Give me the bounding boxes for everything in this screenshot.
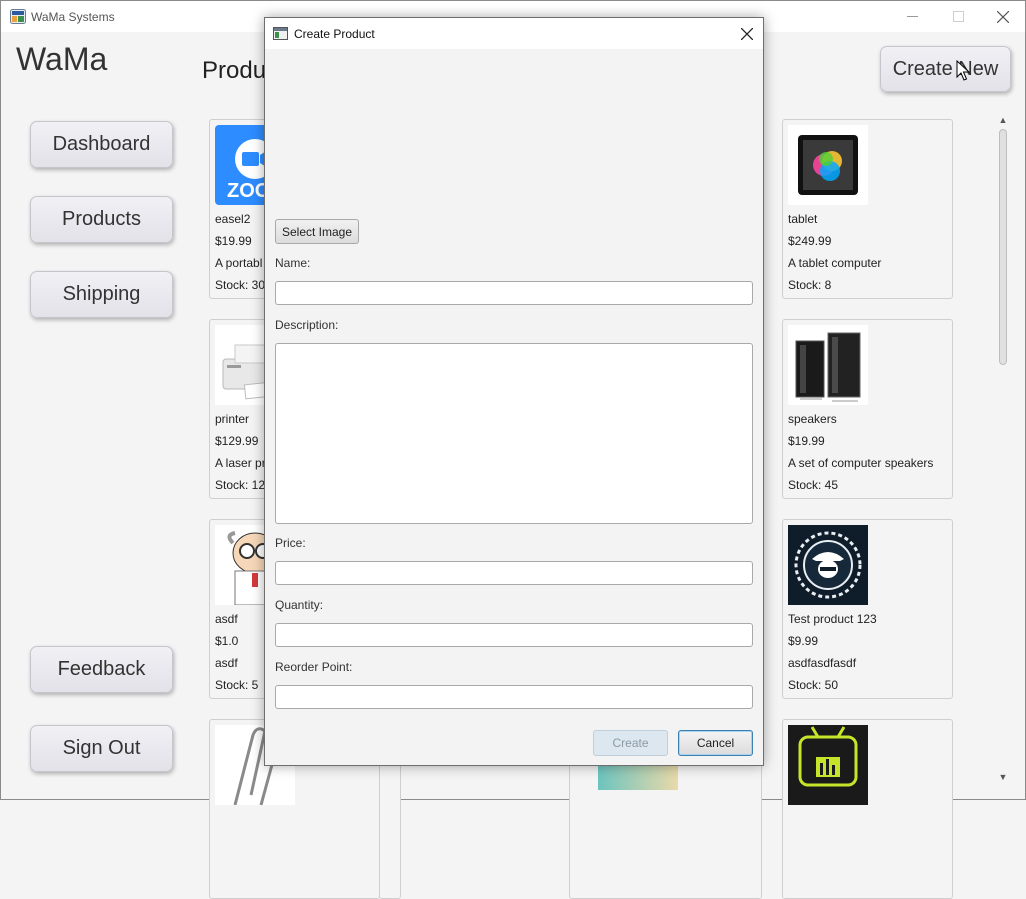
product-stock: Stock: 5 — [215, 678, 259, 692]
window-close-button[interactable] — [980, 1, 1026, 32]
cancel-button[interactable]: Cancel — [678, 730, 753, 756]
product-name: printer — [215, 412, 250, 426]
dialog-close-button[interactable] — [731, 18, 763, 49]
dialog-title-bar: Create Product — [265, 18, 763, 49]
name-field[interactable] — [275, 281, 753, 305]
minimize-icon — [906, 16, 918, 17]
vertical-scrollbar[interactable]: ▲ ▼ — [996, 115, 1010, 783]
product-description: asdf — [215, 656, 238, 670]
scrollbar-thumb[interactable] — [999, 129, 1007, 365]
sign-out-button[interactable]: Sign Out — [30, 725, 173, 772]
product-price: $9.99 — [788, 634, 819, 648]
close-icon — [741, 27, 753, 40]
product-card[interactable] — [782, 719, 953, 899]
description-field[interactable] — [275, 343, 753, 524]
page-title: Produ — [202, 57, 267, 84]
app-window: WaMa Systems WaMa Dashboard Products Shi… — [0, 0, 1026, 899]
quantity-label: Quantity: — [275, 598, 324, 612]
create-new-button[interactable]: Create New — [880, 46, 1011, 92]
product-stock: Stock: 8 — [788, 278, 832, 292]
dialog-window-icon — [273, 27, 288, 40]
app-icon — [10, 9, 26, 24]
price-label: Price: — [275, 536, 306, 550]
product-description: A portabl — [215, 256, 263, 270]
shipping-button[interactable]: Shipping — [30, 271, 173, 318]
name-label: Name: — [275, 256, 311, 270]
dialog-title: Create Product — [294, 27, 375, 41]
price-field[interactable] — [275, 561, 753, 585]
reorder-point-field[interactable] — [275, 685, 753, 709]
product-name: asdf — [215, 612, 238, 626]
mouse-cursor-icon — [956, 60, 970, 81]
feedback-button[interactable]: Feedback — [30, 646, 173, 693]
product-name: speakers — [788, 412, 837, 426]
quantity-field[interactable] — [275, 623, 753, 647]
product-description: A set of computer speakers — [788, 456, 934, 470]
product-stock: Stock: 45 — [788, 478, 839, 492]
image-preview-area — [275, 58, 753, 208]
product-card[interactable]: speakers $19.99 A set of computer speake… — [782, 319, 953, 499]
product-price: $129.99 — [215, 434, 259, 448]
product-price: $19.99 — [788, 434, 825, 448]
maximize-icon — [952, 11, 964, 22]
product-card[interactable]: tablet $249.99 A tablet computer Stock: … — [782, 119, 953, 299]
scroll-up-icon[interactable]: ▲ — [998, 115, 1008, 125]
create-button[interactable]: Create — [593, 730, 668, 756]
close-icon — [997, 10, 1009, 23]
scroll-down-icon[interactable]: ▼ — [998, 772, 1008, 782]
create-product-dialog: Create Product Select Image Name: Descri… — [264, 17, 764, 766]
brand-logo-text: WaMa — [16, 41, 108, 77]
product-stock: Stock: 30 — [215, 278, 266, 292]
robot-tv-logo-image — [788, 725, 868, 805]
select-image-button[interactable]: Select Image — [275, 219, 359, 244]
product-name: tablet — [788, 212, 818, 226]
maximize-button[interactable] — [935, 1, 981, 32]
speakers-image — [788, 325, 868, 405]
product-description: asdfasdfasdf — [788, 656, 857, 670]
product-price: $249.99 — [788, 234, 832, 248]
product-stock: Stock: 12 — [215, 478, 266, 492]
reorder-point-label: Reorder Point: — [275, 660, 353, 674]
product-description: A laser pr — [215, 456, 266, 470]
hacker-emblem-image — [788, 525, 868, 605]
dashboard-button[interactable]: Dashboard — [30, 121, 173, 168]
product-name: Test product 123 — [788, 612, 877, 626]
window-title: WaMa Systems — [31, 10, 115, 24]
product-card[interactable]: Test product 123 $9.99 asdfasdfasdf Stoc… — [782, 519, 953, 699]
tablet-image — [788, 125, 868, 205]
product-price: $1.0 — [215, 634, 239, 648]
description-label: Description: — [275, 318, 339, 332]
product-description: A tablet computer — [788, 256, 882, 270]
minimize-button[interactable] — [889, 1, 935, 32]
products-button[interactable]: Products — [30, 196, 173, 243]
product-name: easel2 — [215, 212, 251, 226]
product-price: $19.99 — [215, 234, 252, 248]
product-stock: Stock: 50 — [788, 678, 839, 692]
